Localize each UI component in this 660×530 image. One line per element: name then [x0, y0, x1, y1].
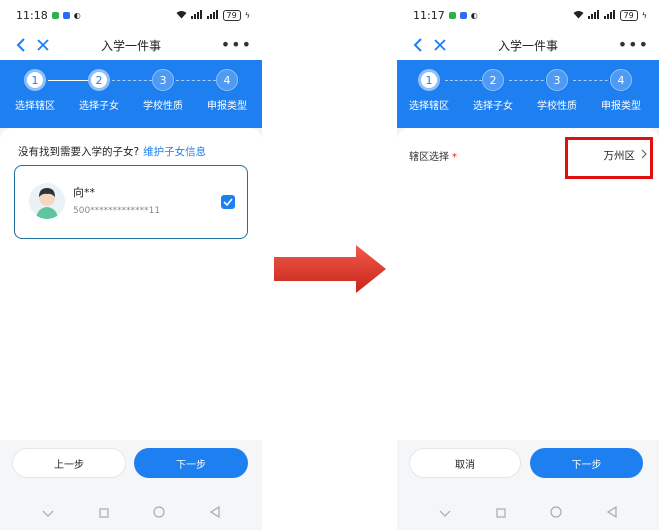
maintain-child-info-link[interactable]: 维护子女信息 [143, 146, 206, 158]
step-label: 申报类型 [601, 101, 641, 112]
back-icon[interactable] [407, 34, 429, 56]
recent-apps-icon[interactable] [496, 503, 506, 522]
back-triangle-icon[interactable] [209, 503, 220, 522]
step-number: 3 [152, 69, 174, 91]
signal-icon-2 [603, 9, 616, 21]
left-phone-screen: 11:18 ◐ 79 ϟ 入学一件事 ••• 1 选择辖区 2 选择子女 3 学… [0, 0, 262, 530]
sync-icon: ◐ [73, 10, 81, 20]
home-icon[interactable] [153, 503, 165, 522]
close-icon[interactable] [32, 34, 54, 56]
child-id-number: 500*************11 [73, 206, 161, 216]
transition-arrow-icon [274, 245, 386, 293]
step-number: 2 [482, 69, 504, 91]
nav-bar: 入学一件事 ••• [397, 30, 659, 60]
no-child-prompt: 没有找到需要入学的子女? 维护子女信息 [18, 144, 206, 159]
highlight-annotation-box [565, 137, 653, 179]
app-notification-icon [62, 11, 70, 19]
step-label: 选择辖区 [409, 101, 449, 112]
district-label-text: 辖区选择 [409, 151, 449, 163]
step-3: 3 学校性质 [527, 69, 587, 112]
step-label: 申报类型 [207, 101, 247, 112]
step-label: 选择子女 [473, 101, 513, 112]
step-4: 4 申报类型 [197, 69, 257, 112]
signal-icon [190, 9, 203, 21]
step-number: 1 [418, 69, 440, 91]
more-options-icon[interactable]: ••• [618, 37, 649, 53]
cancel-button[interactable]: 取消 [409, 448, 521, 478]
next-step-button[interactable]: 下一步 [530, 448, 643, 478]
step-2: 2 选择子女 [69, 69, 129, 112]
step-2: 2 选择子女 [463, 69, 523, 112]
step-number: 1 [24, 69, 46, 91]
more-options-icon[interactable]: ••• [221, 37, 252, 53]
signal-icon [587, 9, 600, 21]
close-icon[interactable] [429, 34, 451, 56]
step-label: 选择辖区 [15, 101, 55, 112]
recent-apps-icon[interactable] [99, 503, 109, 522]
step-1: 1 选择辖区 [5, 69, 65, 112]
step-number: 4 [610, 69, 632, 91]
stepper: 1 选择辖区 2 选择子女 3 学校性质 4 申报类型 [397, 60, 659, 128]
stepper: 1 选择辖区 2 选择子女 3 学校性质 4 申报类型 [0, 60, 262, 128]
child-card[interactable]: 向** 500*************11 [14, 165, 248, 239]
sync-icon: ◐ [470, 10, 478, 20]
back-triangle-icon[interactable] [606, 503, 617, 522]
child-name: 向** [73, 186, 95, 199]
status-time: 11:18 [16, 8, 48, 22]
next-step-button[interactable]: 下一步 [134, 448, 248, 478]
status-bar: 11:18 ◐ 79 ϟ [0, 0, 262, 30]
bottom-action-bar: 上一步 下一步 [0, 440, 262, 494]
chevron-down-icon[interactable] [439, 503, 451, 522]
battery-indicator: 79 [222, 9, 241, 21]
child-select-checkbox[interactable] [221, 195, 235, 209]
step-4: 4 申报类型 [591, 69, 651, 112]
required-mark: * [452, 151, 457, 163]
charging-icon: ϟ [244, 10, 250, 20]
chevron-down-icon[interactable] [42, 503, 54, 522]
home-icon[interactable] [550, 503, 562, 522]
right-phone-screen: 11:17 ◐ 79 ϟ 入学一件事 ••• 1 选择辖区 2 选择子女 3 学… [397, 0, 659, 530]
wifi-icon [176, 10, 187, 21]
system-nav-bar [0, 494, 262, 530]
district-label: 辖区选择 * [409, 148, 457, 163]
wechat-notification-icon [51, 11, 59, 19]
step-label: 学校性质 [537, 101, 577, 112]
wifi-icon [573, 10, 584, 21]
step-number: 3 [546, 69, 568, 91]
bottom-action-bar: 取消 下一步 [397, 440, 659, 494]
step-1: 1 选择辖区 [399, 69, 459, 112]
signal-icon-2 [206, 9, 219, 21]
back-icon[interactable] [10, 34, 32, 56]
content-card: 没有找到需要入学的子女? 维护子女信息 向** 500*************1… [0, 128, 262, 440]
step-number: 2 [88, 69, 110, 91]
battery-indicator: 79 [619, 9, 638, 21]
child-avatar [29, 183, 65, 219]
prompt-text: 没有找到需要入学的子女? [18, 146, 140, 158]
wechat-notification-icon [448, 11, 456, 19]
step-label: 学校性质 [143, 101, 183, 112]
charging-icon: ϟ [641, 10, 647, 20]
nav-bar: 入学一件事 ••• [0, 30, 262, 60]
step-number: 4 [216, 69, 238, 91]
status-bar: 11:17 ◐ 79 ϟ [397, 0, 659, 30]
system-nav-bar [397, 494, 659, 530]
status-time: 11:17 [413, 8, 445, 22]
app-notification-icon [459, 11, 467, 19]
step-label: 选择子女 [79, 101, 119, 112]
step-3: 3 学校性质 [133, 69, 193, 112]
previous-step-button[interactable]: 上一步 [12, 448, 126, 478]
